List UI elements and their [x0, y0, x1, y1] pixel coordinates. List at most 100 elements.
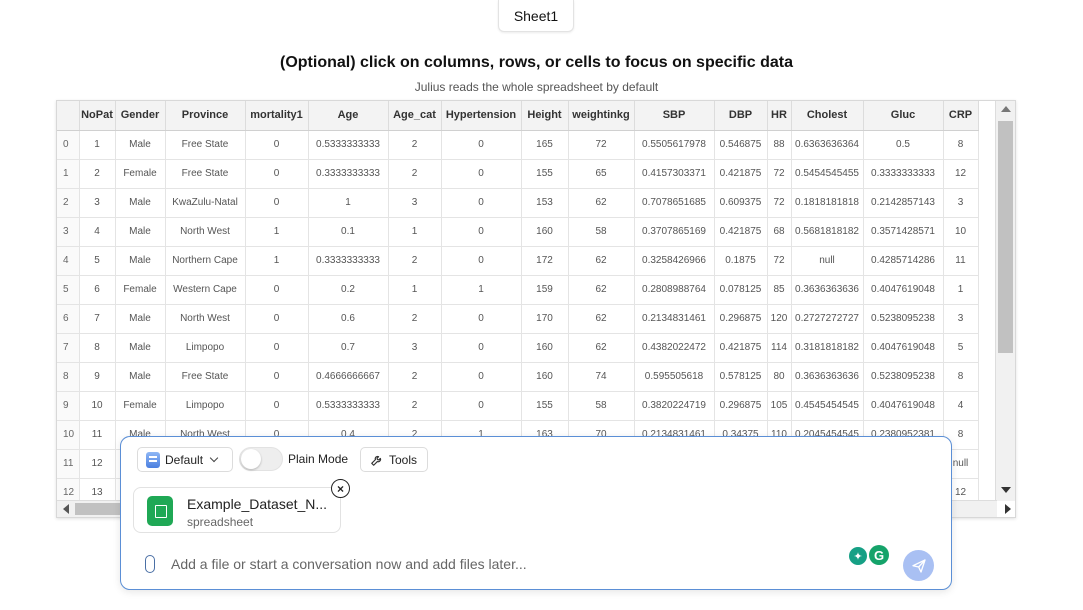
table-row[interactable]: 3 4 Male North West 1 0.1 1 0 160 58 0.3707865169 0… — [57, 217, 979, 247]
table-cell[interactable]: 11 — [79, 420, 116, 450]
table-cell[interactable]: 0 — [245, 362, 309, 392]
table-cell[interactable]: 10 — [79, 391, 116, 421]
table-cell[interactable]: 1 — [308, 188, 389, 218]
table-cell[interactable]: 3 — [943, 188, 979, 218]
scroll-right-icon[interactable] — [1005, 504, 1011, 514]
table-cell[interactable]: 0.3636363636 — [791, 275, 864, 305]
table-cell[interactable]: 0 — [245, 275, 309, 305]
table-cell[interactable]: 160 — [521, 217, 569, 247]
table-cell[interactable]: 2 — [388, 159, 442, 189]
table-cell[interactable]: 0 — [441, 159, 522, 189]
table-cell[interactable]: 8 — [79, 333, 116, 363]
table-cell[interactable]: 0.609375 — [714, 188, 768, 218]
table-cell[interactable]: 0 — [441, 391, 522, 421]
table-cell[interactable]: 0 — [441, 130, 522, 160]
sheet-tab[interactable]: Sheet1 — [498, 0, 574, 32]
table-cell[interactable]: 0 — [441, 304, 522, 334]
table-cell[interactable]: 6 — [79, 275, 116, 305]
table-cell[interactable]: 80 — [767, 362, 792, 392]
tools-button[interactable]: Tools — [360, 447, 428, 472]
table-cell[interactable]: 0.421875 — [714, 159, 768, 189]
table-cell[interactable]: 1 — [943, 275, 979, 305]
scroll-up-icon[interactable] — [1001, 106, 1011, 112]
table-cell[interactable]: 2 — [388, 246, 442, 276]
table-cell[interactable]: 0.296875 — [714, 304, 768, 334]
corner-cell[interactable] — [57, 101, 80, 131]
table-cell[interactable]: 1 — [245, 217, 309, 247]
table-cell[interactable]: 12 — [943, 159, 979, 189]
row-index[interactable]: 5 — [57, 275, 80, 305]
table-cell[interactable]: 0.2808988764 — [634, 275, 715, 305]
column-header[interactable]: Gender — [115, 101, 166, 131]
column-header[interactable]: CRP — [943, 101, 979, 131]
table-cell[interactable]: 74 — [568, 362, 635, 392]
column-header[interactable]: DBP — [714, 101, 768, 131]
table-cell[interactable]: 12 — [79, 449, 116, 479]
table-cell[interactable]: 0.5505617978 — [634, 130, 715, 160]
table-cell[interactable]: 0.4382022472 — [634, 333, 715, 363]
table-cell[interactable]: 159 — [521, 275, 569, 305]
table-cell[interactable]: 0 — [441, 246, 522, 276]
table-cell[interactable]: 0.4047619048 — [863, 275, 944, 305]
table-cell[interactable]: 0 — [245, 159, 309, 189]
column-header[interactable]: HR — [767, 101, 792, 131]
attached-file-card[interactable]: Example_Dataset_N... spreadsheet — [133, 487, 341, 533]
table-cell[interactable]: Free State — [165, 159, 246, 189]
table-cell[interactable]: 0.5681818182 — [791, 217, 864, 247]
table-row[interactable]: 4 5 Male Northern Cape 1 0.3333333333 2 0 172 62 0… — [57, 246, 979, 276]
model-selector[interactable]: Default — [137, 447, 233, 472]
chat-message-input[interactable] — [171, 551, 831, 577]
table-cell[interactable]: 2 — [79, 159, 116, 189]
table-cell[interactable]: 120 — [767, 304, 792, 334]
table-cell[interactable]: 0.3258426966 — [634, 246, 715, 276]
table-cell[interactable]: Male — [115, 362, 166, 392]
table-cell[interactable]: 114 — [767, 333, 792, 363]
table-cell[interactable]: 0 — [245, 130, 309, 160]
row-index[interactable]: 3 — [57, 217, 80, 247]
table-cell[interactable]: Male — [115, 217, 166, 247]
table-cell[interactable]: 0.578125 — [714, 362, 768, 392]
table-cell[interactable]: 0 — [245, 188, 309, 218]
table-cell[interactable]: 0.296875 — [714, 391, 768, 421]
table-cell[interactable]: 0 — [245, 304, 309, 334]
table-cell[interactable]: 1 — [245, 246, 309, 276]
table-cell[interactable]: 0 — [441, 362, 522, 392]
grammarly-icon[interactable]: G — [869, 545, 889, 565]
table-cell[interactable]: 0.3571428571 — [863, 217, 944, 247]
table-cell[interactable]: Female — [115, 275, 166, 305]
table-cell[interactable]: 0.2142857143 — [863, 188, 944, 218]
table-cell[interactable]: 0.3333333333 — [308, 159, 389, 189]
table-cell[interactable]: 0.421875 — [714, 217, 768, 247]
table-cell[interactable]: 68 — [767, 217, 792, 247]
table-cell[interactable]: 0.4285714286 — [863, 246, 944, 276]
table-cell[interactable]: 0.3181818182 — [791, 333, 864, 363]
table-cell[interactable]: 62 — [568, 246, 635, 276]
table-cell[interactable]: 172 — [521, 246, 569, 276]
table-cell[interactable]: 0.5 — [863, 130, 944, 160]
row-index[interactable]: 11 — [57, 449, 80, 479]
table-cell[interactable]: 0.4666666667 — [308, 362, 389, 392]
send-button[interactable] — [903, 550, 934, 581]
table-cell[interactable]: 4 — [79, 217, 116, 247]
table-cell[interactable]: 4 — [943, 391, 979, 421]
vertical-scroll-thumb[interactable] — [998, 121, 1013, 353]
table-cell[interactable]: 72 — [767, 246, 792, 276]
row-index[interactable]: 6 — [57, 304, 80, 334]
row-index[interactable]: 0 — [57, 130, 80, 160]
table-cell[interactable]: 0.4047619048 — [863, 333, 944, 363]
column-header[interactable]: Cholest — [791, 101, 864, 131]
table-cell[interactable]: 8 — [943, 130, 979, 160]
table-cell[interactable]: 9 — [79, 362, 116, 392]
table-cell[interactable]: 62 — [568, 188, 635, 218]
table-cell[interactable]: 0.5238095238 — [863, 304, 944, 334]
table-cell[interactable]: 88 — [767, 130, 792, 160]
table-cell[interactable]: 58 — [568, 217, 635, 247]
scroll-down-icon[interactable] — [1001, 487, 1011, 493]
table-cell[interactable]: 0.5333333333 — [308, 391, 389, 421]
table-cell[interactable]: 0.1818181818 — [791, 188, 864, 218]
table-cell[interactable]: Male — [115, 130, 166, 160]
plain-mode-toggle[interactable] — [239, 447, 283, 471]
table-cell[interactable]: 0.4047619048 — [863, 391, 944, 421]
table-cell[interactable]: 1 — [388, 217, 442, 247]
table-cell[interactable]: 153 — [521, 188, 569, 218]
